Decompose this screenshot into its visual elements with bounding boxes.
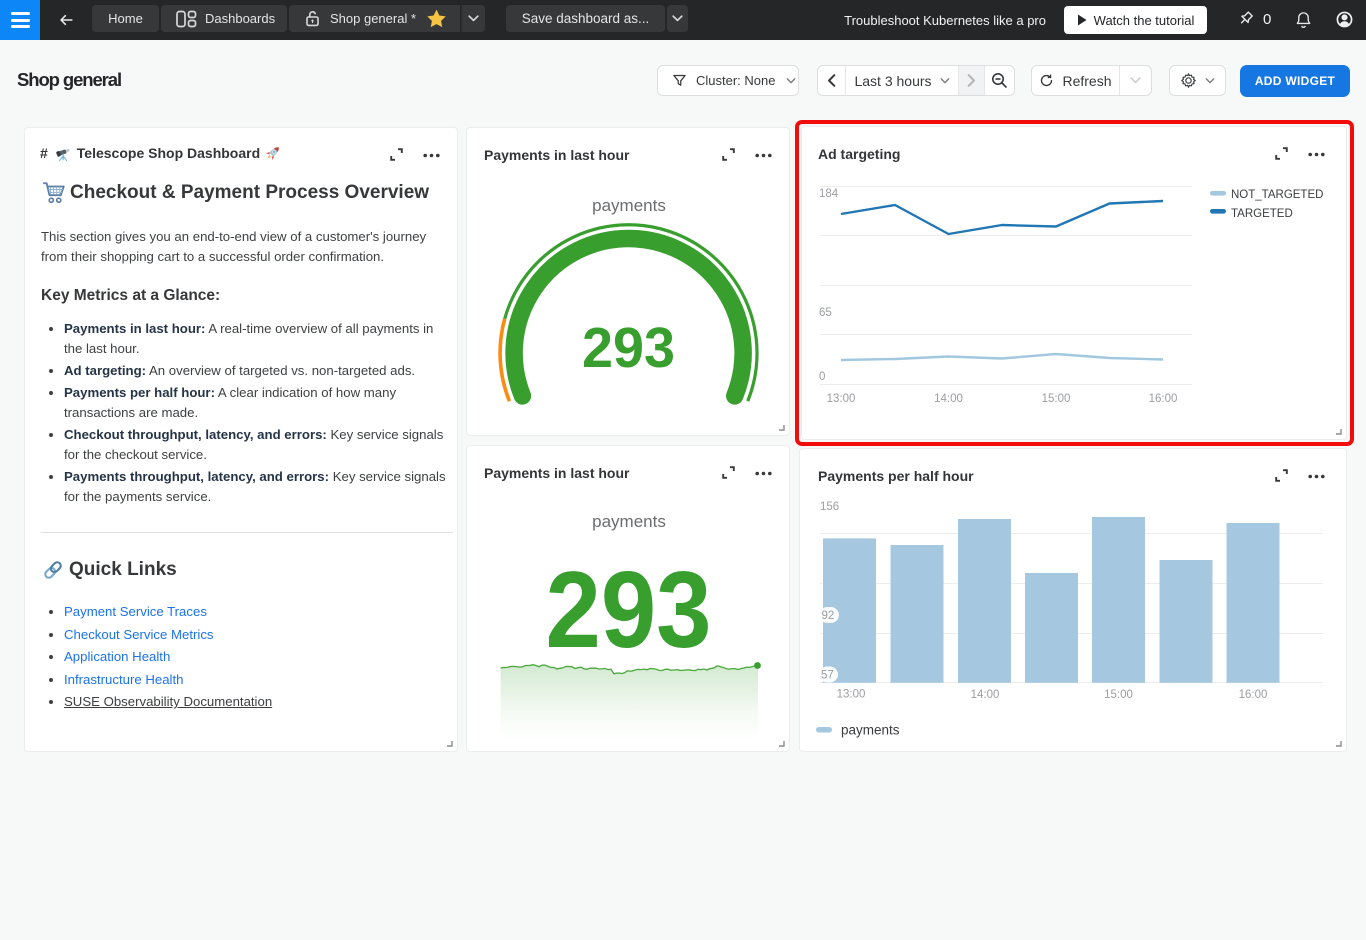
svg-text:13:00: 13:00	[827, 393, 856, 405]
svg-text:15:00: 15:00	[1042, 393, 1071, 405]
svg-text:293: 293	[546, 549, 712, 671]
svg-text:184: 184	[819, 188, 839, 200]
svg-text:payments: payments	[841, 723, 900, 738]
svg-text:65: 65	[819, 307, 832, 319]
svg-text:293: 293	[582, 316, 675, 380]
svg-text:13:00: 13:00	[837, 689, 866, 701]
svg-text:14:00: 14:00	[971, 689, 1000, 701]
svg-text:14:00: 14:00	[934, 393, 963, 405]
svg-text:57: 57	[821, 670, 834, 682]
svg-text:0: 0	[819, 371, 825, 383]
svg-text:92: 92	[822, 610, 835, 622]
svg-text:156: 156	[820, 501, 839, 513]
svg-text:TARGETED: TARGETED	[1231, 208, 1293, 220]
svg-text:NOT_TARGETED: NOT_TARGETED	[1231, 189, 1323, 201]
svg-text:16:00: 16:00	[1149, 393, 1178, 405]
svg-text:16:00: 16:00	[1239, 689, 1268, 701]
svg-text:15:00: 15:00	[1104, 689, 1133, 701]
